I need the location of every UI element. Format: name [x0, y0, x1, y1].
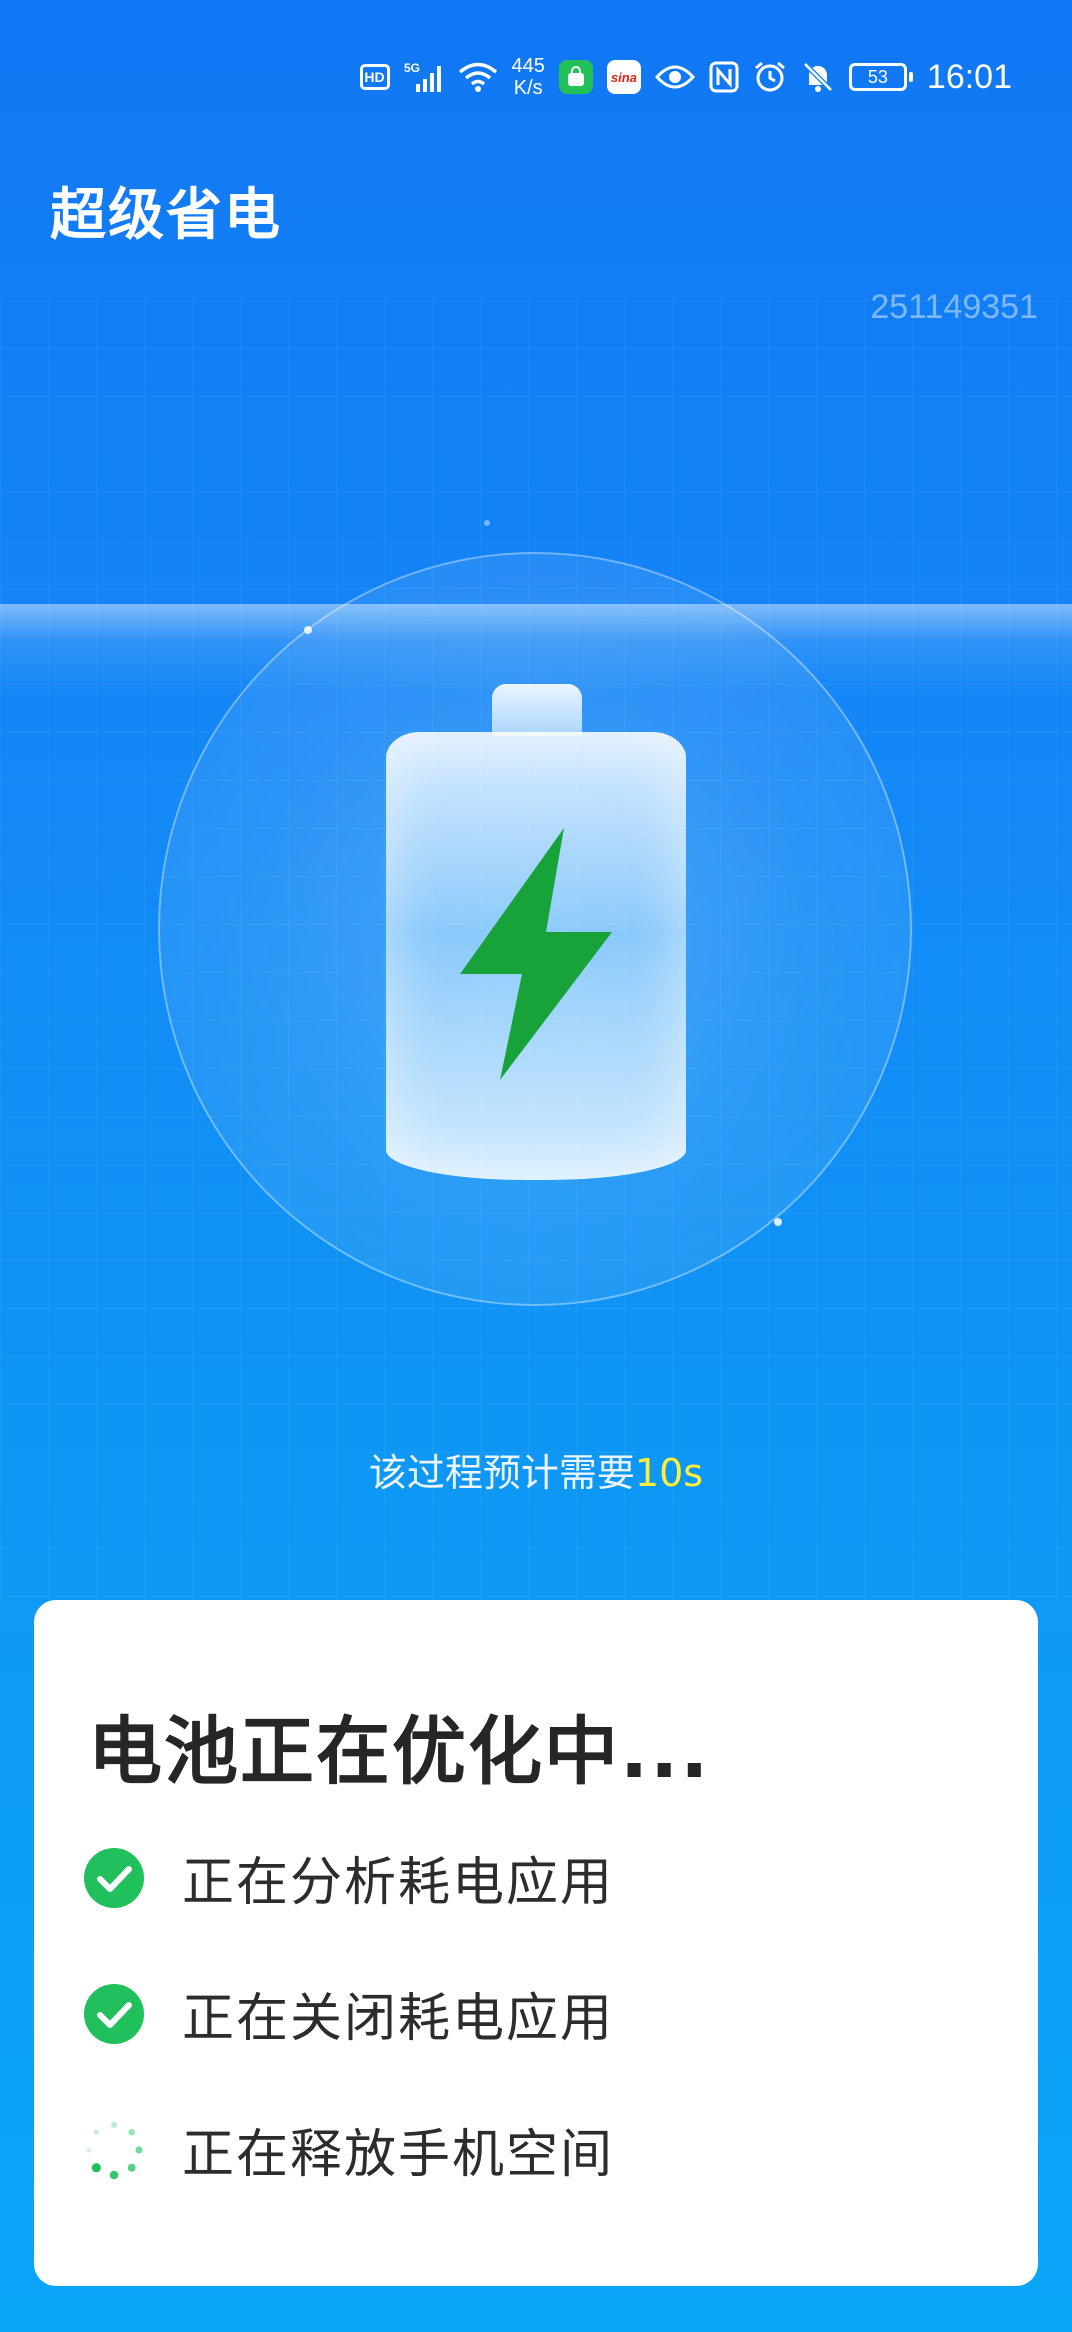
sparkle	[304, 626, 312, 634]
sparkle	[484, 520, 490, 526]
estimate-text: 该过程预计需要10s	[0, 1442, 1072, 1497]
lightning-bolt-icon	[460, 828, 612, 1080]
network-speed: 445 K/s	[512, 55, 545, 99]
wifi-icon	[458, 61, 498, 93]
status-time: 16:01	[926, 57, 1012, 96]
shopping-app-icon	[558, 60, 593, 94]
estimate-time: 10s	[634, 1451, 704, 1495]
card-title: 电池正在优化中...	[88, 1709, 711, 1795]
loading-spinner-icon	[84, 2120, 144, 2180]
mute-bell-icon	[801, 60, 835, 94]
task-label: 正在分析耗电应用	[182, 1853, 615, 1913]
task-item: 正在释放手机空间	[84, 2112, 614, 2187]
network-type: 5G	[404, 61, 420, 75]
page-title: 超级省电	[50, 183, 282, 248]
task-item: 正在分析耗电应用	[84, 1840, 614, 1915]
sina-app-icon: sina	[606, 60, 641, 94]
battery-status-icon: 53	[848, 63, 913, 91]
eye-icon	[654, 63, 695, 91]
task-label: 正在关闭耗电应用	[182, 1989, 615, 2049]
alarm-icon	[753, 60, 787, 94]
speed-value: 445	[511, 55, 545, 77]
check-circle-icon	[84, 1847, 144, 1908]
task-label: 正在释放手机空间	[182, 2125, 615, 2185]
nfc-icon	[709, 61, 739, 93]
device-id: 251149351	[870, 288, 1038, 326]
hd-icon: HD	[359, 64, 390, 90]
check-circle-icon	[84, 1983, 144, 2044]
optimization-card: 电池正在优化中... 正在分析耗电应用 正在关闭耗电应用 正在释放手机空间	[34, 1600, 1038, 2286]
estimate-prefix: 该过程预计需要	[368, 1451, 635, 1495]
battery-cap	[492, 684, 582, 736]
status-bar: HD 5G 445 K/s sina 53 16:01	[359, 52, 1012, 102]
task-item: 正在关闭耗电应用	[84, 1976, 614, 2051]
speed-unit: K/s	[513, 77, 543, 99]
signal-icon: 5G	[404, 60, 444, 94]
sparkle	[774, 1218, 782, 1226]
